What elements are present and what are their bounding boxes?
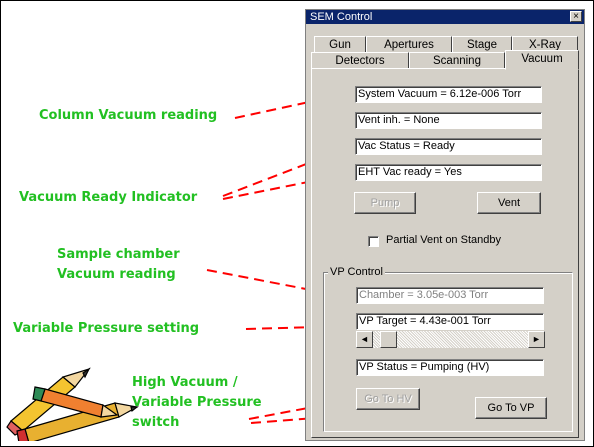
partial-vent-label: Partial Vent on Standby <box>386 234 501 246</box>
tab-gun[interactable]: Gun <box>314 36 366 53</box>
annotation-sample-chamber-line1: Sample chamber <box>57 247 180 262</box>
tab-vacuum[interactable]: Vacuum <box>505 50 579 70</box>
annotation-vacuum-ready: Vacuum Ready Indicator <box>19 190 198 205</box>
vent-button[interactable]: Vent <box>477 192 541 214</box>
vent-inh-field: Vent inh. = None <box>355 112 542 129</box>
pump-button[interactable]: Pump <box>354 192 416 214</box>
tab-apertures[interactable]: Apertures <box>366 36 452 53</box>
vp-target-slider[interactable]: ◄ ► <box>356 331 545 348</box>
annotation-variable-pressure: Variable Pressure setting <box>13 321 200 336</box>
go-to-hv-button[interactable]: Go To HV <box>356 388 420 410</box>
annotation-hv-vp-line1: High Vacuum / <box>132 375 238 390</box>
scroll-right-button[interactable]: ► <box>528 331 545 348</box>
close-button[interactable]: × <box>570 11 582 22</box>
tab-stage[interactable]: Stage <box>452 36 512 53</box>
tab-detectors[interactable]: Detectors <box>311 52 409 69</box>
eht-vac-ready-field: EHT Vac ready = Yes <box>355 164 542 181</box>
annotation-sample-chamber-line2: Vacuum reading <box>57 267 176 282</box>
sem-control-window: SEM Control × Gun Apertures Stage X-Ray … <box>305 9 585 441</box>
slide-frame: Column Vacuum reading Vacuum Ready Indic… <box>0 0 594 447</box>
vp-control-group-label: VP Control <box>328 266 385 278</box>
chamber-pressure-field: Chamber = 3.05e-003 Torr <box>356 287 544 304</box>
slider-thumb[interactable] <box>380 331 397 348</box>
scroll-left-button[interactable]: ◄ <box>356 331 373 348</box>
pencils-clipart-icon <box>6 367 139 441</box>
vp-status-field: VP Status = Pumping (HV) <box>356 359 544 376</box>
tab-scanning[interactable]: Scanning <box>409 52 505 69</box>
system-vacuum-field: System Vacuum = 6.12e-006 Torr <box>355 86 542 103</box>
window-title: SEM Control <box>310 11 373 23</box>
vac-status-field: Vac Status = Ready <box>355 138 542 155</box>
partial-vent-checkbox[interactable] <box>368 236 379 247</box>
annotation-column-vacuum: Column Vacuum reading <box>39 108 218 123</box>
vp-target-field: VP Target = 4.43e-001 Torr <box>356 313 544 330</box>
window-titlebar: SEM Control × <box>306 10 584 24</box>
annotation-hv-vp-line2: Variable Pressure <box>132 395 262 410</box>
go-to-vp-button[interactable]: Go To VP <box>475 397 547 419</box>
